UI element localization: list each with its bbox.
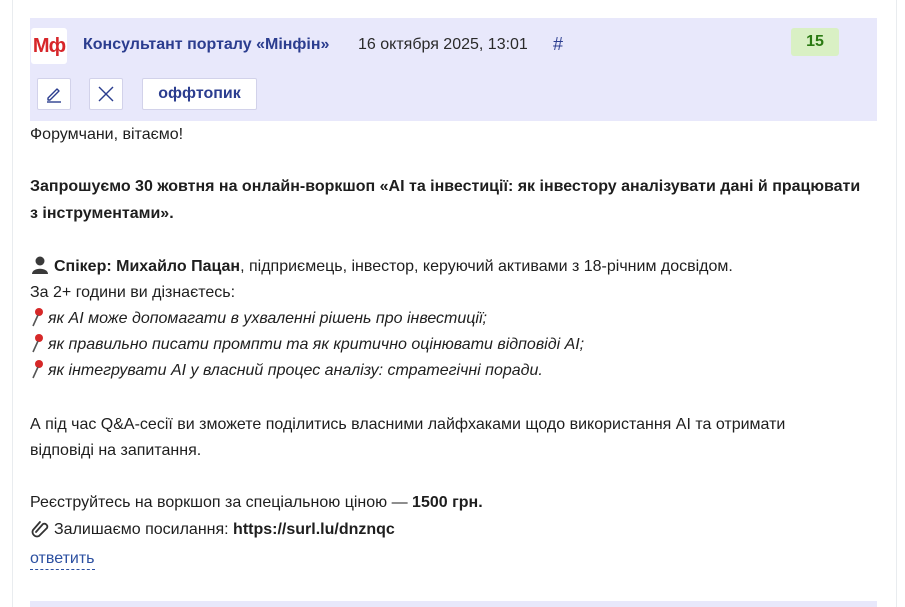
pushpin-icon xyxy=(32,360,43,379)
register-line: Реєструйтесь на воркшоп за спеціальною ц… xyxy=(30,490,483,516)
pushpin-icon xyxy=(32,308,43,327)
register-text: Реєструйтесь на воркшоп за спеціальною ц… xyxy=(30,494,413,511)
next-post-header xyxy=(30,601,877,607)
link-label: Залишаємо посилання: xyxy=(54,521,234,538)
reply-link[interactable]: ответить xyxy=(30,549,95,570)
learn-intro: За 2+ години ви дізнаєтесь: xyxy=(30,284,236,301)
paperclip-icon xyxy=(31,521,49,538)
delete-button[interactable] xyxy=(89,78,123,110)
post-count-badge: 15 xyxy=(791,28,839,56)
qa-line-2: відповіді на запитання. xyxy=(30,442,202,459)
list-item: як AI може допомагати в ухваленні рішень… xyxy=(30,306,487,332)
list-item-text: як інтегрувати AI у власний процес аналі… xyxy=(48,362,543,379)
registration-link[interactable]: https://surl.lu/dnznqc xyxy=(233,521,395,538)
register-price: 1500 грн. xyxy=(412,494,483,511)
list-item-text: як правильно писати промпти та як критич… xyxy=(48,336,585,353)
invite-line-2: з інструментами». xyxy=(30,205,174,222)
close-icon xyxy=(98,86,114,102)
speaker-line: Спікер: Михайло Пацан, підприємець, інве… xyxy=(30,254,733,280)
speaker-description: , підприємець, інвестор, керуючий актива… xyxy=(240,258,733,275)
post-permalink[interactable]: # xyxy=(553,34,563,55)
list-item-text: як AI може допомагати в ухваленні рішень… xyxy=(48,310,487,327)
list-item: як правильно писати промпти та як критич… xyxy=(30,332,584,358)
post-datetime: 16 октября 2025, 13:01 xyxy=(358,36,528,53)
edit-button[interactable] xyxy=(37,78,71,110)
pushpin-icon xyxy=(32,334,43,353)
speaker-label: Спікер: Михайло Пацан xyxy=(54,258,241,275)
pencil-icon xyxy=(47,88,61,103)
speaker-icon xyxy=(32,256,48,274)
list-item: як інтегрувати AI у власний процес аналі… xyxy=(30,358,543,384)
logo-text: Мф xyxy=(32,34,66,57)
author-name[interactable]: Консультант порталу «Мінфін» xyxy=(83,36,329,54)
invite-line-1: Запрошуємо 30 жовтня на онлайн-воркшоп «… xyxy=(30,178,861,195)
link-line: Залишаємо посилання: https://surl.lu/dnz… xyxy=(30,517,395,543)
offtopic-tag-button[interactable]: оффтопик xyxy=(142,78,257,110)
author-avatar[interactable]: Мф xyxy=(31,28,67,64)
qa-line-1: А під час Q&A-сесії ви зможете поділитис… xyxy=(30,416,786,433)
greeting-text: Форумчани, вітаємо! xyxy=(30,126,184,143)
